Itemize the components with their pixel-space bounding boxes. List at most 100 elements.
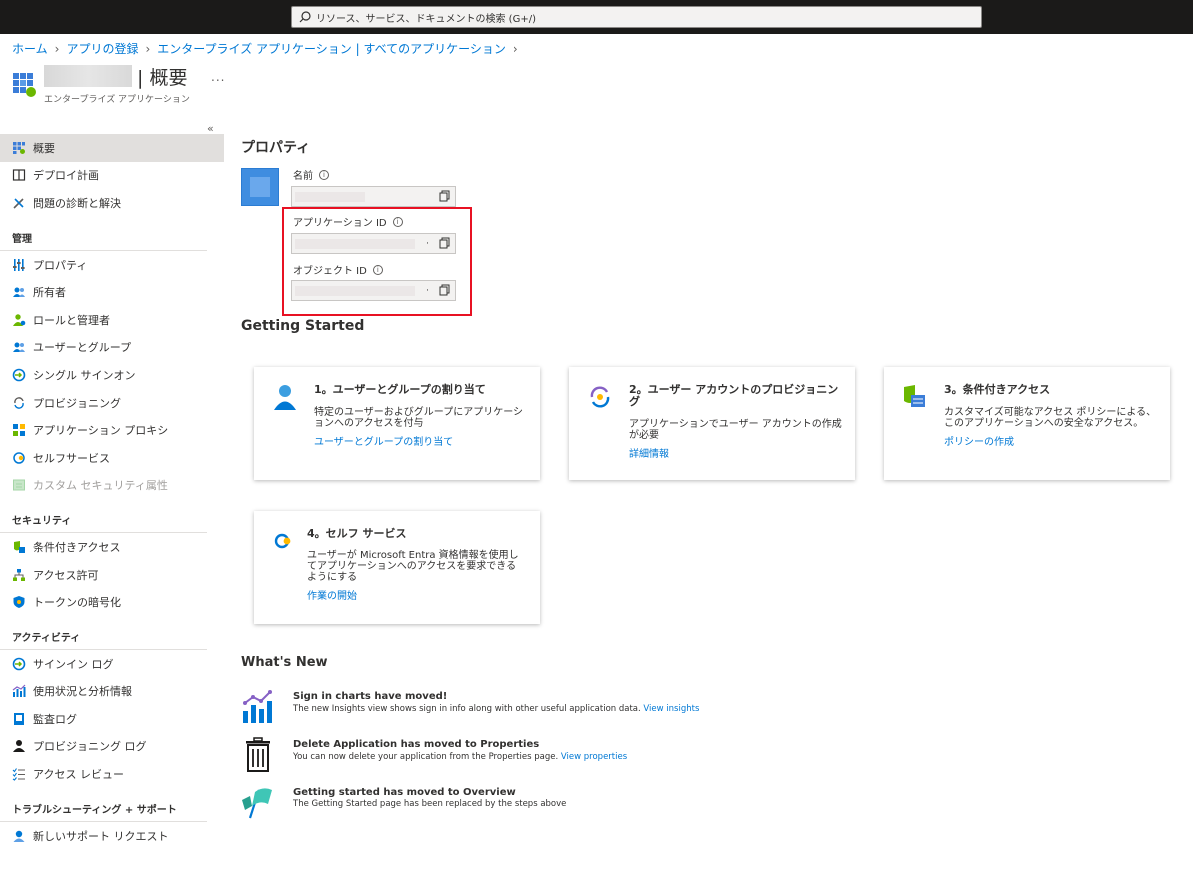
trash-icon (246, 737, 270, 772)
token-encryption-icon (13, 596, 25, 609)
sidebar-item-label: 所有者 (33, 286, 66, 300)
sidebar-item-overview[interactable]: 概要 (0, 134, 224, 162)
support-request-icon (13, 830, 25, 842)
sidebar-item-label: 概要 (33, 141, 55, 155)
owners-icon (13, 287, 25, 298)
sidebar-item-label: アクセス許可 (33, 568, 99, 582)
sidebar-item-label: 条件付きアクセス (33, 540, 121, 554)
sidebar-item-signin-logs[interactable]: サインイン ログ (0, 650, 224, 678)
audit-logs-icon (14, 712, 24, 725)
card-desc: カスタマイズ可能なアクセス ポリシーによる、このアプリケーションへの安全なアクセ… (944, 407, 1157, 429)
view-insights-link[interactable]: View insights (643, 704, 699, 714)
search-input[interactable]: リソース、サービス、ドキュメントの検索 (G+/) (291, 6, 982, 28)
sidebar-section-activity: アクティビティ (0, 616, 207, 650)
sidebar-item-roles-admins[interactable]: ロールと管理者 (0, 306, 224, 334)
news-desc: The Getting Started page has been replac… (293, 799, 567, 809)
roles-icon (13, 314, 26, 326)
sidebar: 概要 デプロイ計画 問題の診断と解決 管理 プロパティ 所有者 ロールと管理者 … (0, 134, 224, 849)
card-link[interactable]: ポリシーの作成 (944, 433, 1014, 448)
sidebar-item-label: ロールと管理者 (33, 313, 110, 327)
flag-icon (242, 788, 272, 819)
card-self-service: 4。セルフ サービス ユーザーが Microsoft Entra 資格情報を使用… (254, 511, 540, 624)
sidebar-item-app-proxy[interactable]: アプリケーション プロキシ (0, 416, 224, 444)
chart-icon (243, 690, 272, 723)
info-icon[interactable]: i (319, 169, 329, 180)
signin-logs-icon (12, 657, 26, 671)
sidebar-item-permissions[interactable]: アクセス許可 (0, 561, 224, 589)
sidebar-item-label: プロビジョニング ログ (33, 740, 147, 754)
user-assign-icon (274, 385, 296, 410)
sidebar-item-usage-insights[interactable]: 使用状況と分析情報 (0, 678, 224, 706)
provisioning-icon (14, 396, 24, 409)
sidebar-item-provisioning-logs[interactable]: プロビジョニング ログ (0, 733, 224, 761)
sidebar-item-owners[interactable]: 所有者 (0, 278, 224, 306)
sidebar-section-manage: 管理 (0, 217, 207, 251)
news-desc-text: You can now delete your application from… (293, 752, 559, 762)
name-field[interactable] (291, 186, 456, 207)
sidebar-item-audit-logs[interactable]: 監査ログ (0, 705, 224, 733)
sidebar-item-label: トークンの暗号化 (33, 596, 121, 610)
top-bar: リソース、サービス、ドキュメントの検索 (G+/) (0, 0, 1193, 34)
chevron-right-icon: › (54, 41, 60, 56)
chevron-right-icon: › (145, 41, 151, 56)
sidebar-item-label: 監査ログ (33, 712, 77, 726)
more-options-icon[interactable]: ... (211, 70, 225, 84)
sidebar-item-label: サインイン ログ (33, 657, 114, 671)
sidebar-item-label: セルフサービス (33, 451, 110, 465)
custom-attributes-icon (13, 479, 25, 491)
news-title: Getting started has moved to Overview (293, 787, 516, 798)
news-title: Sign in charts have moved! (293, 691, 448, 702)
sidebar-item-access-reviews[interactable]: アクセス レビュー (0, 760, 224, 788)
sidebar-item-token-encryption[interactable]: トークンの暗号化 (0, 588, 224, 616)
grid-icon (13, 141, 25, 154)
copy-icon[interactable] (438, 190, 451, 203)
card-desc: 特定のユーザーおよびグループにアプリケーションへのアクセスを付与 (314, 407, 523, 429)
card-provisioning: 2。ユーザー アカウントのプロビジョニング アプリケーションでユーザー アカウン… (569, 367, 855, 480)
access-reviews-icon (12, 768, 25, 781)
breadcrumb-home[interactable]: ホーム (12, 40, 48, 57)
properties-icon (13, 258, 25, 271)
breadcrumb-enterprise-apps[interactable]: エンタープライズ アプリケーション | すべてのアプリケーション (157, 40, 506, 57)
card-conditional-access: 3。条件付きアクセス カスタマイズ可能なアクセス ポリシーによる、このアプリケー… (884, 367, 1170, 480)
sidebar-item-label: アプリケーション プロキシ (33, 424, 169, 438)
view-properties-link[interactable]: View properties (561, 752, 627, 762)
sidebar-item-sso[interactable]: シングル サインオン (0, 361, 224, 389)
news-desc: You can now delete your application from… (293, 752, 627, 762)
news-desc-text: The new Insights view shows sign in info… (293, 704, 641, 714)
sidebar-item-self-service[interactable]: セルフサービス (0, 444, 224, 472)
users-groups-icon (13, 342, 25, 353)
provisioning-logs-icon (13, 740, 25, 753)
breadcrumb-app-registrations[interactable]: アプリの登録 (66, 40, 138, 57)
chevron-right-icon: › (512, 41, 518, 56)
book-icon (12, 169, 26, 181)
card-link[interactable]: ユーザーとグループの割り当て (314, 433, 453, 448)
card-link[interactable]: 作業の開始 (307, 587, 357, 602)
sso-icon (12, 368, 26, 382)
sidebar-item-label: 使用状況と分析情報 (33, 685, 132, 699)
sidebar-item-provisioning[interactable]: プロビジョニング (0, 389, 224, 417)
provisioning-sync-icon (590, 386, 610, 408)
usage-insights-icon (12, 684, 26, 698)
app-proxy-icon (13, 424, 25, 437)
sidebar-item-deploy-plan[interactable]: デプロイ計画 (0, 162, 224, 190)
sidebar-item-conditional-access[interactable]: 条件付きアクセス (0, 533, 224, 561)
breadcrumb: ホーム › アプリの登録 › エンタープライズ アプリケーション | すべてのア… (12, 40, 525, 57)
sidebar-item-users-groups[interactable]: ユーザーとグループ (0, 334, 224, 362)
shield-policy-icon (904, 385, 925, 407)
sidebar-item-label: プロパティ (33, 258, 88, 272)
sidebar-item-label: ユーザーとグループ (33, 341, 132, 355)
app-logo (241, 168, 279, 206)
news-title: Delete Application has moved to Properti… (293, 739, 540, 750)
card-link[interactable]: 詳細情報 (629, 445, 669, 460)
sidebar-item-properties[interactable]: プロパティ (0, 251, 224, 279)
card-title: 3。条件付きアクセス (944, 383, 1051, 396)
sidebar-item-label: カスタム セキュリティ属性 (33, 479, 168, 493)
sidebar-item-diagnose[interactable]: 問題の診断と解決 (0, 189, 224, 217)
self-service-icon (13, 451, 25, 464)
news-desc: The new Insights view shows sign in info… (293, 704, 699, 714)
name-label-text: 名前 (293, 171, 313, 182)
card-assign-users: 1。ユーザーとグループの割り当て 特定のユーザーおよびグループにアプリケーション… (254, 367, 540, 480)
sidebar-item-new-support-request[interactable]: 新しいサポート リクエスト (0, 822, 224, 850)
app-name-redacted (44, 65, 132, 87)
page-subtitle: エンタープライズ アプリケーション (44, 95, 190, 105)
